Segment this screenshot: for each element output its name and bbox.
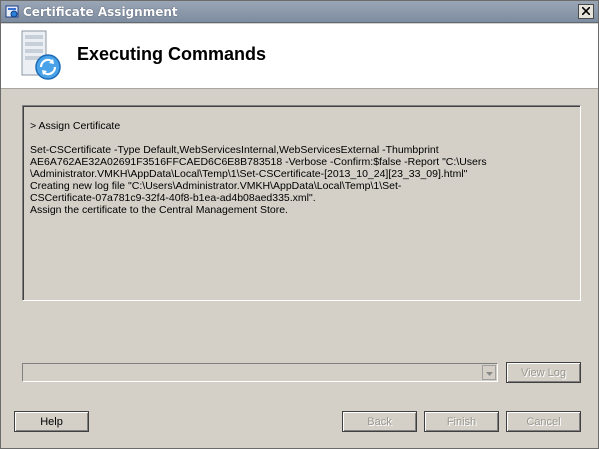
close-button[interactable] xyxy=(578,4,594,19)
output-line: Assign the certificate to the Central Ma… xyxy=(30,204,288,216)
window-title: Certificate Assignment xyxy=(23,5,178,19)
help-button[interactable]: Help xyxy=(14,411,89,432)
back-button[interactable]: Back xyxy=(342,411,417,432)
output-line: AE6A762AE32A02691F3516FFCAED6C6E8B783518… xyxy=(30,156,487,168)
command-output-panel: > Assign Certificate Set-CSCertificate -… xyxy=(22,105,581,301)
wizard-header: Executing Commands xyxy=(1,24,598,89)
finish-button[interactable]: Finish xyxy=(424,411,499,432)
output-line: \Administrator.VMKH\AppData\Local\Temp\1… xyxy=(30,168,468,180)
chevron-down-icon xyxy=(485,366,493,379)
title-bar[interactable]: Certificate Assignment xyxy=(1,1,598,23)
output-line: Creating new log file "C:\Users\Administ… xyxy=(30,180,402,192)
close-icon xyxy=(581,5,591,18)
certificate-assignment-window: Certificate Assignment Executing Command… xyxy=(0,0,599,449)
output-line-spacer xyxy=(30,132,573,144)
log-select[interactable] xyxy=(22,363,498,382)
cancel-button[interactable]: Cancel xyxy=(506,411,581,432)
output-line: > Assign Certificate xyxy=(30,120,121,132)
output-line: CSCertificate-07a781c9-32f4-40f8-b1ea-ad… xyxy=(30,192,316,204)
certificate-app-icon xyxy=(5,5,20,19)
output-line: Set-CSCertificate -Type Default,WebServi… xyxy=(30,144,439,156)
server-sync-icon xyxy=(19,29,65,81)
view-log-button[interactable]: View Log xyxy=(506,362,581,383)
page-title: Executing Commands xyxy=(77,44,267,64)
log-dropdown-button[interactable] xyxy=(482,365,496,380)
